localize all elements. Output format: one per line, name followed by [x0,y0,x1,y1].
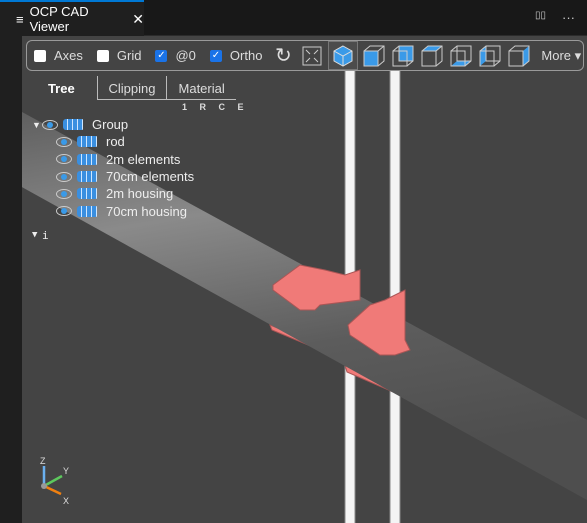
eye-icon[interactable] [42,119,58,130]
ortho-checkbox[interactable]: ✓ [209,49,222,62]
3d-scene[interactable] [22,36,587,523]
tree-node-label: Group [92,117,129,133]
menu-icon: ≡ [16,11,24,27]
tab-clipping[interactable]: Clipping [96,76,167,100]
shape-icon [77,205,97,217]
tree-node[interactable]: 2m housing [32,185,194,202]
tree-column-flags: 1 R C E [182,102,249,112]
zero-label: @0 [175,48,196,63]
activity-strip [0,36,22,523]
axes-checkbox[interactable] [34,49,46,62]
tab-bar: ≡ OCP CAD Viewer ✕ ▯▯ ··· [0,0,587,36]
shape-icon [77,153,97,165]
panel-tabs: Tree Clipping Material [26,76,236,100]
more-button[interactable]: More ▾ [541,48,581,64]
shape-icon [77,136,97,148]
tab-ocp-cad-viewer[interactable]: ≡ OCP CAD Viewer ✕ [0,0,144,36]
y-label: Y [63,466,69,476]
tab-title: OCP CAD Viewer [29,4,89,34]
tree-node-group[interactable]: ▼ Group [32,116,194,133]
bottom-view-icon[interactable] [448,43,474,69]
shape-icon [63,119,83,131]
tree-node-label: rod [106,134,125,150]
tab-material[interactable]: Material [166,76,236,100]
axes-indicator: Z Y X [40,456,69,506]
zero-checkbox[interactable]: ✓ [155,49,168,62]
eye-icon[interactable] [56,206,72,217]
tab-tree[interactable]: Tree [26,76,97,100]
split-editor-icon[interactable]: ▯▯ [535,10,546,25]
object-tree: ▼ Group rod 2m elements 70cm elements 2m… [32,116,194,244]
reset-view-icon[interactable]: ↻ [270,43,296,69]
eye-icon[interactable] [56,188,72,199]
y-axis [43,474,63,488]
tree-node-label: 70cm elements [106,169,195,185]
tree-node[interactable]: 70cm housing [32,202,194,219]
iso-view-icon[interactable] [328,41,359,70]
tree-node[interactable]: 70cm elements [32,168,194,185]
tree-node-label: 70cm housing [106,203,187,219]
eye-icon[interactable] [56,136,72,147]
cad-viewport[interactable]: Axes Grid ✓ @0 ✓ Ortho ↻ More ▾ Tree Clipp… [22,36,587,523]
grid-checkbox[interactable] [96,49,109,62]
x-label: X [63,496,69,506]
collapse-icon[interactable]: ▼ [32,230,42,240]
axes-label: Axes [54,48,83,63]
collapse-icon[interactable]: ▼ [32,120,42,130]
left-view-icon[interactable] [477,43,503,69]
shape-icon [77,188,97,200]
tree-node[interactable]: rod [32,133,194,150]
eye-icon[interactable] [56,154,72,165]
viewer-toolbar: Axes Grid ✓ @0 ✓ Ortho ↻ More ▾ [26,40,584,71]
tree-node-label: 2m housing [106,186,174,202]
tree-node-label: 2m elements [106,151,181,167]
tree-node[interactable]: 2m elements [32,151,194,168]
front-view-icon[interactable] [361,43,387,69]
z-label: Z [40,456,46,466]
close-icon[interactable]: ✕ [132,11,144,28]
right-view-icon[interactable] [506,43,532,69]
info-label: i [42,228,49,242]
grid-label: Grid [116,48,142,63]
more-actions-icon[interactable]: ··· [562,10,575,25]
fit-view-icon[interactable] [299,43,325,69]
shape-icon [77,171,97,183]
top-view-icon[interactable] [419,43,445,69]
eye-icon[interactable] [56,171,72,182]
ortho-label: Ortho [229,48,263,63]
info-node[interactable]: ▼ i [32,227,194,244]
rear-view-icon[interactable] [390,43,416,69]
